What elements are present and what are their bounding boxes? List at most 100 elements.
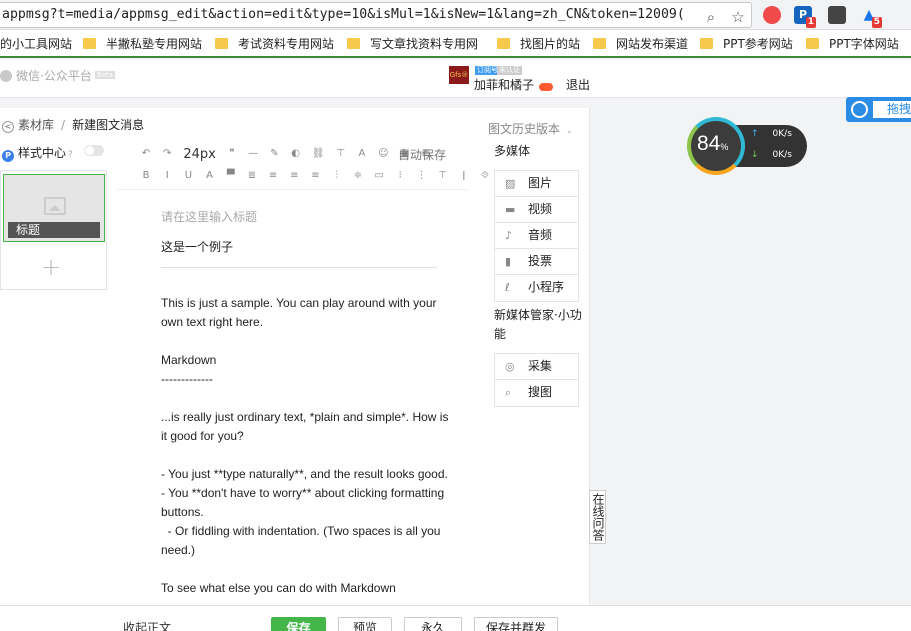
bookmark-item[interactable]: 半撇私塾专用网站 [83, 35, 202, 52]
number-list-icon[interactable]: ⋮ [416, 170, 426, 181]
bookmark-item[interactable]: 网站发布渠道 [593, 35, 688, 52]
editor-area[interactable]: 请在这里输入标题 这是一个例子 This is just a sample. Y… [117, 198, 468, 605]
article-thumb[interactable]: 标题 [3, 174, 105, 242]
drag-tab[interactable]: 拖拽 [846, 97, 911, 122]
browser-address-bar: appmsg?t=media/appmsg_edit&action=edit&t… [0, 0, 911, 30]
breadcrumb-parent[interactable]: 素材库 [18, 118, 54, 132]
bullet-list-icon[interactable]: ⁝ [395, 170, 405, 181]
font-size-select[interactable]: 24px [183, 147, 216, 162]
media-item-miniprogram[interactable]: ℓ 小程序 [495, 275, 578, 301]
verify-status-badge: 未认证 [497, 66, 522, 75]
media-item-audio[interactable]: ♪ 音频 [495, 223, 578, 249]
style-center-icon: P [2, 150, 14, 162]
network-speed-widget[interactable]: 84% ↑ 0K/s ↓ 0K/s [687, 117, 807, 175]
upload-speed: ↑ 0K/s [751, 129, 792, 139]
border-icon[interactable]: ▭ [374, 170, 384, 181]
cursor-icon[interactable]: ǀ [459, 170, 469, 181]
autosave-status[interactable]: 自动保存 [398, 146, 446, 163]
url-field[interactable]: appmsg?t=media/appmsg_edit&action=edit&t… [0, 2, 752, 28]
media-item-poll[interactable]: ▮ 投票 [495, 249, 578, 275]
url-text[interactable]: appmsg?t=media/appmsg_edit&action=edit&t… [2, 7, 698, 22]
back-icon[interactable]: < [2, 121, 14, 133]
line-height-icon[interactable]: ≑ [353, 170, 363, 181]
underline-icon[interactable]: U [183, 170, 193, 181]
breadcrumb-current: 新建图文消息 [72, 118, 145, 132]
star-icon[interactable]: ☆ [729, 8, 747, 26]
tools-title: 新媒体管家·小功能 [494, 308, 582, 341]
breadcrumb: < 素材库 / 新建图文消息 [2, 116, 144, 133]
undo-icon[interactable]: ↶ [141, 148, 151, 159]
bookmarks-bar: 的小工具网站 半撇私塾专用网站 考试资料专用网站 写文章找资料专用网 找图片的站… [0, 30, 911, 58]
article-body[interactable]: This is just a sample. You can play arou… [161, 294, 451, 598]
media-sidebar: 图文历史版本 ⌄ 多媒体 ▨ 图片 ▬ 视频 ♪ 音频 ▮ 投票 ℓ 小程序 新媒体管家·小… [483, 108, 589, 605]
media-item-search-image[interactable]: ⌕ 搜图 [495, 380, 578, 406]
text-color-icon[interactable]: A [205, 170, 215, 181]
media-item-video[interactable]: ▬ 视频 [495, 197, 578, 223]
drop-extension-icon[interactable]: ▲ 5 [860, 6, 882, 28]
style-center[interactable]: P 样式中心? [2, 144, 73, 162]
bookmark-item[interactable]: PPT参考网站 [700, 35, 793, 52]
format-painter-icon[interactable]: ✎ [269, 148, 279, 159]
spacing-icon[interactable]: ⊤ [336, 148, 346, 159]
bookmark-item[interactable]: 找图片的站 [497, 35, 580, 52]
align-right-icon[interactable]: ≡ [289, 170, 299, 181]
folder-icon [83, 38, 96, 49]
video-icon: ▬ [505, 203, 516, 216]
toolbar-row-2: B I U A ▀ ≣ ≡ ≡ ≡ ⫶ ≑ ▭ ⁝ ⋮ ⊤ ǀ ⟐ [141, 170, 498, 188]
save-and-send-button[interactable]: 保存并群发 [474, 617, 558, 631]
bookmark-item[interactable]: 考试资料专用网站 [215, 35, 334, 52]
wechat-logo-icon [0, 70, 12, 82]
save-button[interactable]: 保存 [271, 617, 326, 631]
image-icon: ▨ [505, 177, 516, 190]
folder-icon [700, 38, 713, 49]
emoji-icon[interactable]: ☺ [378, 148, 388, 159]
link-icon[interactable]: ⛓ [312, 148, 325, 159]
font-color-icon[interactable]: A [357, 148, 367, 159]
preview-button[interactable]: 预览 [338, 617, 392, 631]
align-left-icon[interactable]: ≣ [247, 170, 257, 181]
p-extension-icon[interactable]: P1 [794, 6, 816, 28]
help-icon[interactable]: ? [68, 150, 73, 160]
record-extension-icon[interactable] [763, 6, 781, 24]
footer-bar: 收起正文 保存 预览 永久 保存并群发 [0, 605, 911, 631]
logout-link[interactable]: 退出 [566, 76, 590, 93]
account-name[interactable]: 加菲和橘子 [474, 76, 534, 93]
text-spacing-icon[interactable]: ⊤ [438, 170, 448, 181]
title-input[interactable]: 这是一个例子 [161, 238, 437, 268]
miniprogram-icon: ℓ [505, 281, 510, 294]
chevron-down-icon: ⌄ [566, 126, 573, 135]
bookmark-item[interactable]: 写文章找资料专用网 [347, 35, 478, 52]
collapse-body-button[interactable]: 收起正文 [123, 619, 171, 631]
highlight-icon[interactable]: ▀ [226, 170, 236, 181]
quote-icon[interactable]: ❞ [227, 148, 237, 159]
media-item-collect[interactable]: ◎ 采集 [495, 354, 578, 380]
online-help-button[interactable]: 在线问答 [589, 490, 606, 544]
multimedia-list: ▨ 图片 ▬ 视频 ♪ 音频 ▮ 投票 ℓ 小程序 [494, 170, 579, 302]
align-center-icon[interactable]: ≡ [268, 170, 278, 181]
permanent-button[interactable]: 永久 [404, 617, 462, 631]
arrow-up-icon: ↑ [751, 129, 759, 139]
avatar[interactable]: Gfs® [449, 66, 469, 84]
platform-logo[interactable]: 微信·公众平台 Beta [0, 67, 115, 84]
history-versions-dropdown[interactable]: 图文历史版本 ⌄ [488, 120, 573, 137]
bookmark-item[interactable]: PPT字体网站 [806, 35, 899, 52]
add-article-button[interactable]: + [41, 253, 61, 281]
poll-icon: ▮ [505, 255, 512, 268]
tools-list: ◎ 采集 ⌕ 搜图 [494, 353, 579, 407]
shield-extension-icon[interactable] [828, 6, 846, 24]
redo-icon[interactable]: ↷ [162, 148, 172, 159]
media-item-image[interactable]: ▨ 图片 [495, 171, 578, 197]
italic-icon[interactable]: I [162, 170, 172, 181]
indent-icon[interactable]: ⫶ [332, 170, 342, 181]
folder-icon [497, 38, 510, 49]
justify-icon[interactable]: ≡ [311, 170, 321, 181]
divider-icon[interactable]: — [248, 148, 258, 159]
title-placeholder[interactable]: 请在这里输入标题 [161, 208, 257, 225]
bold-icon[interactable]: B [141, 170, 151, 181]
image-placeholder-icon [44, 197, 66, 215]
search-icon[interactable]: ⌕ [702, 8, 720, 26]
style-center-toggle[interactable] [84, 145, 104, 156]
clear-format-icon[interactable]: ◐ [291, 148, 301, 159]
notification-dot[interactable] [539, 83, 553, 91]
bookmark-item[interactable]: 的小工具网站 [0, 35, 72, 52]
